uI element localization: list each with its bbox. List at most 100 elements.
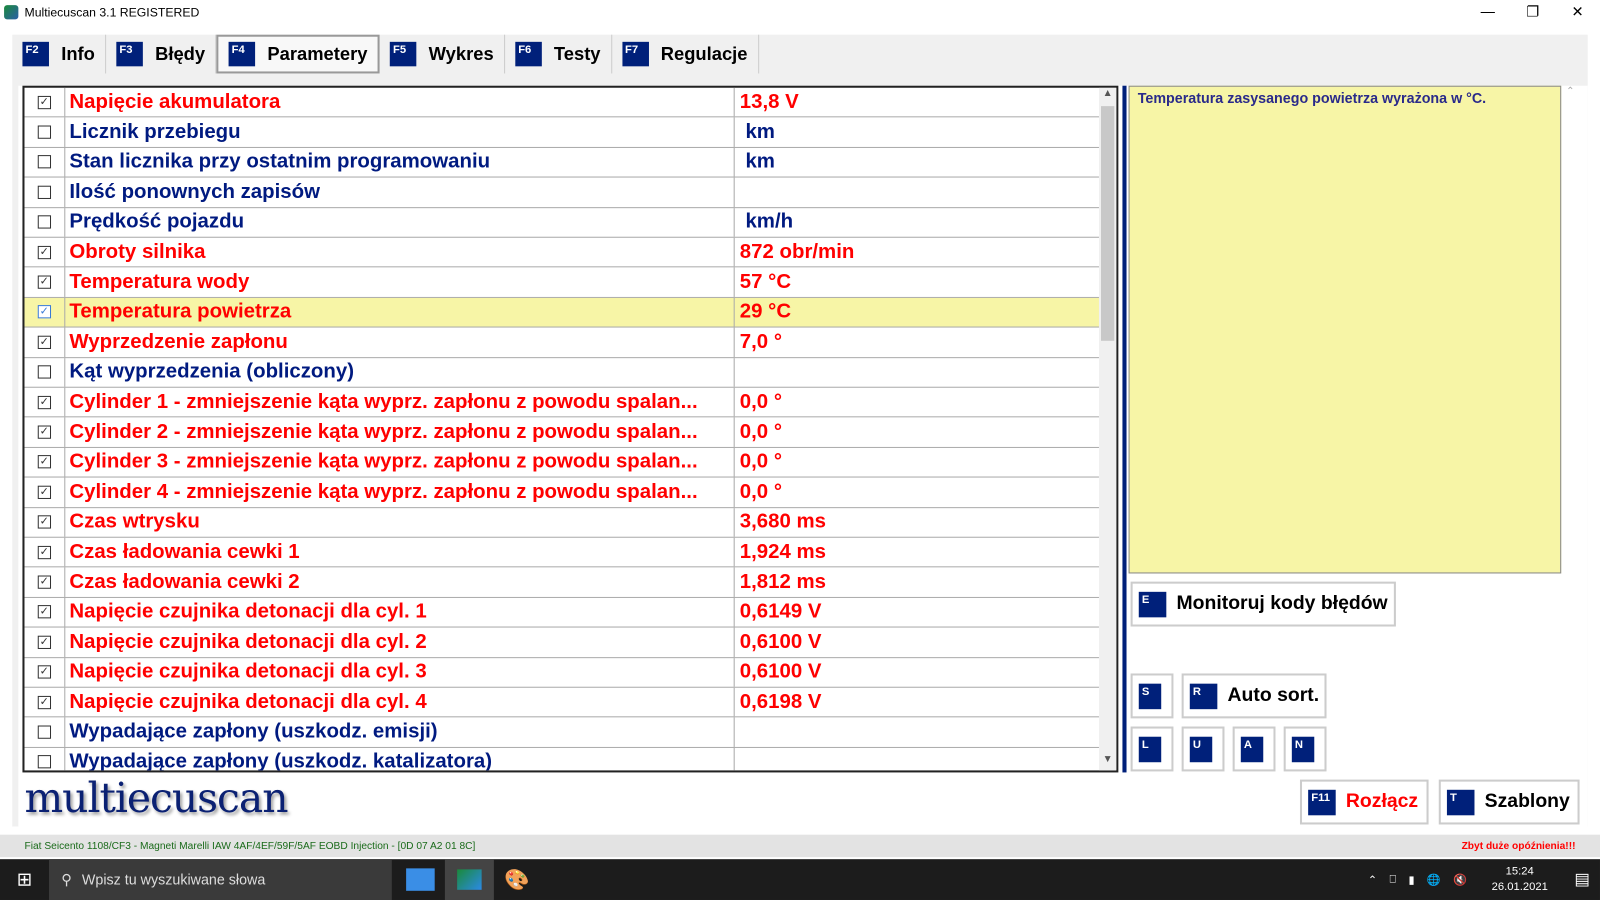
search-placeholder: Wpisz tu wyszukiwane słowa xyxy=(81,871,266,888)
table-row[interactable]: ✓ Napięcie czujnika detonacji dla cyl. 30… xyxy=(24,657,1103,688)
table-row[interactable]: ✓ Czas ładowania cewki 2 1,812 ms xyxy=(24,567,1103,598)
param-name: Cylinder 3 - zmniejszenie kąta wyprz. za… xyxy=(65,447,735,477)
param-checkbox[interactable] xyxy=(37,185,52,199)
volume-muted-icon[interactable]: 🔇 xyxy=(1453,873,1467,886)
n-button[interactable]: N xyxy=(1283,726,1327,772)
param-checkbox[interactable] xyxy=(37,755,52,769)
param-value xyxy=(735,358,740,387)
button-label: Szablony xyxy=(1484,790,1570,813)
a-button[interactable]: A xyxy=(1232,726,1276,772)
s-button[interactable]: S xyxy=(1130,673,1174,719)
table-row[interactable]: ✓ Temperatura wody 57 °C xyxy=(24,267,1103,298)
param-checkbox[interactable]: ✓ xyxy=(37,545,52,559)
param-name: Napięcie czujnika detonacji dla cyl. 1 xyxy=(65,597,735,627)
param-checkbox[interactable]: ✓ xyxy=(37,605,52,619)
tab-info[interactable]: F2 Info xyxy=(12,34,107,74)
tab-błędy[interactable]: F3 Błędy xyxy=(106,34,217,74)
param-checkbox[interactable]: ✓ xyxy=(37,425,52,439)
tray-chevron-icon[interactable]: ⌃ xyxy=(1368,873,1377,886)
param-name: Czas ładowania cewki 2 xyxy=(65,567,735,597)
param-value: 29 °C xyxy=(739,300,792,323)
table-row[interactable]: Stan licznika przy ostatnim programowani… xyxy=(24,147,1103,178)
key-badge: R xyxy=(1189,683,1218,709)
taskbar: ⊞ ⚲ Wpisz tu wyszukiwane słowa 🎨 ⌃ ⎕ ▮ 🌐 … xyxy=(0,859,1600,900)
param-checkbox[interactable]: ✓ xyxy=(37,275,52,289)
u-button[interactable]: U xyxy=(1181,726,1225,772)
notifications-icon[interactable]: ▤ xyxy=(1574,869,1589,889)
param-checkbox[interactable]: ✓ xyxy=(37,395,52,409)
table-row[interactable]: ✓ Obroty silnika 872 obr/min xyxy=(24,237,1103,268)
param-name: Czas wtrysku xyxy=(65,507,735,537)
clock[interactable]: 15:24 26.01.2021 xyxy=(1492,864,1548,895)
button-label: Monitoruj kody błędów xyxy=(1176,592,1388,615)
table-row[interactable]: Kąt wyprzedzenia (obliczony) xyxy=(24,357,1103,388)
param-checkbox[interactable]: ✓ xyxy=(37,335,52,349)
tab-regulacje[interactable]: F7 Regulacje xyxy=(612,34,759,74)
param-value: 13,8 V xyxy=(739,90,799,113)
param-checkbox[interactable] xyxy=(37,125,52,139)
monitor-error-codes-button[interactable]: E Monitoruj kody błędów xyxy=(1130,581,1396,627)
table-row[interactable]: ✓ Czas wtrysku 3,680 ms xyxy=(24,507,1103,538)
table-row[interactable]: ✓ Cylinder 2 - zmniejszenie kąta wyprz. z… xyxy=(24,417,1103,448)
table-row[interactable]: Ilość ponownych zapisów xyxy=(24,177,1103,208)
param-name: Wypadające zapłony (uszkodz. katalizator… xyxy=(65,747,735,771)
scroll-up-icon[interactable]: ▲ xyxy=(1099,88,1116,104)
close-button[interactable]: ✕ xyxy=(1555,0,1600,22)
table-row[interactable]: Licznik przebiegu km xyxy=(24,117,1103,148)
tab-wykres[interactable]: F5 Wykres xyxy=(380,34,505,74)
param-checkbox[interactable]: ✓ xyxy=(37,485,52,499)
table-row[interactable]: ✓ Napięcie akumulatora 13,8 V xyxy=(24,87,1103,118)
param-name: Cylinder 2 - zmniejszenie kąta wyprz. za… xyxy=(65,417,735,447)
table-row[interactable]: ✓ Napięcie czujnika detonacji dla cyl. 40… xyxy=(24,687,1103,718)
templates-button[interactable]: T Szablony xyxy=(1438,779,1580,825)
param-checkbox[interactable]: ✓ xyxy=(37,245,52,259)
table-row[interactable]: ✓ Cylinder 1 - zmniejszenie kąta wyprz. z… xyxy=(24,387,1103,418)
param-checkbox[interactable]: ✓ xyxy=(37,575,52,589)
param-checkbox[interactable]: ✓ xyxy=(37,455,52,469)
l-button[interactable]: L xyxy=(1130,726,1174,772)
scroll-thumb[interactable] xyxy=(1101,106,1115,341)
table-row[interactable]: ✓ Wyprzedzenie zapłonu 7,0 ° xyxy=(24,327,1103,358)
table-row[interactable]: Wypadające zapłony (uszkodz. katalizator… xyxy=(24,747,1102,771)
taskbar-search[interactable]: ⚲ Wpisz tu wyszukiwane słowa xyxy=(48,859,392,900)
table-scrollbar[interactable]: ▲ ▼ xyxy=(1098,87,1117,771)
param-checkbox[interactable]: ✓ xyxy=(37,635,52,649)
scroll-down-icon[interactable]: ▼ xyxy=(1099,754,1116,770)
network-icon[interactable]: 🌐 xyxy=(1427,873,1441,886)
description-scrollbar[interactable]: ⌃ xyxy=(1563,86,1577,574)
table-row[interactable]: ✓ Cylinder 3 - zmniejszenie kąta wyprz. z… xyxy=(24,447,1103,478)
table-row[interactable]: ✓ Napięcie czujnika detonacji dla cyl. 10… xyxy=(24,597,1103,628)
disconnect-button[interactable]: F11 Rozłącz xyxy=(1299,779,1429,825)
param-checkbox[interactable]: ✓ xyxy=(37,665,52,679)
param-checkbox[interactable] xyxy=(37,365,52,379)
param-checkbox[interactable]: ✓ xyxy=(37,515,52,529)
param-checkbox[interactable]: ✓ xyxy=(37,695,52,709)
minimize-button[interactable]: — xyxy=(1465,0,1510,22)
app-icon-paint[interactable]: 🎨 xyxy=(504,867,529,893)
table-row[interactable]: ✓ Cylinder 4 - zmniejszenie kąta wyprz. z… xyxy=(24,477,1103,508)
param-checkbox[interactable]: ✓ xyxy=(37,95,52,109)
table-row[interactable]: ✓ Napięcie czujnika detonacji dla cyl. 20… xyxy=(24,627,1103,658)
table-row[interactable]: ✓ Czas ładowania cewki 1 1,924 ms xyxy=(24,537,1103,568)
tab-parametery[interactable]: F4 Parametery xyxy=(216,34,380,74)
maximize-button[interactable]: ❐ xyxy=(1510,0,1555,22)
param-checkbox[interactable] xyxy=(37,215,52,229)
app-icon-explorer[interactable] xyxy=(406,868,435,891)
key-badge: E xyxy=(1138,591,1167,617)
tab-testy[interactable]: F6 Testy xyxy=(505,34,612,74)
auto-sort-button[interactable]: R Auto sort. xyxy=(1181,673,1327,719)
param-checkbox[interactable]: ✓ xyxy=(37,305,52,319)
battery-icon[interactable]: ▮ xyxy=(1409,873,1415,886)
button-label: Auto sort. xyxy=(1227,684,1320,707)
param-checkbox[interactable] xyxy=(37,725,52,739)
splitter[interactable] xyxy=(1122,85,1127,773)
parameters-table: ✓ Napięcie akumulatora 13,8 V Licznik przeb… xyxy=(22,85,1119,773)
table-row[interactable]: Prędkość pojazdu km/h xyxy=(24,207,1103,238)
device-icon[interactable]: ⎕ xyxy=(1390,873,1397,886)
table-row[interactable]: Wypadające zapłony (uszkodz. emisji) xyxy=(24,717,1103,748)
table-row[interactable]: ✓ Temperatura powietrza 29 °C xyxy=(24,297,1103,328)
param-checkbox[interactable] xyxy=(37,155,52,169)
app-icon-multiecuscan[interactable] xyxy=(444,859,494,900)
param-name: Czas ładowania cewki 1 xyxy=(65,537,735,567)
windows-start-icon[interactable]: ⊞ xyxy=(0,869,49,890)
